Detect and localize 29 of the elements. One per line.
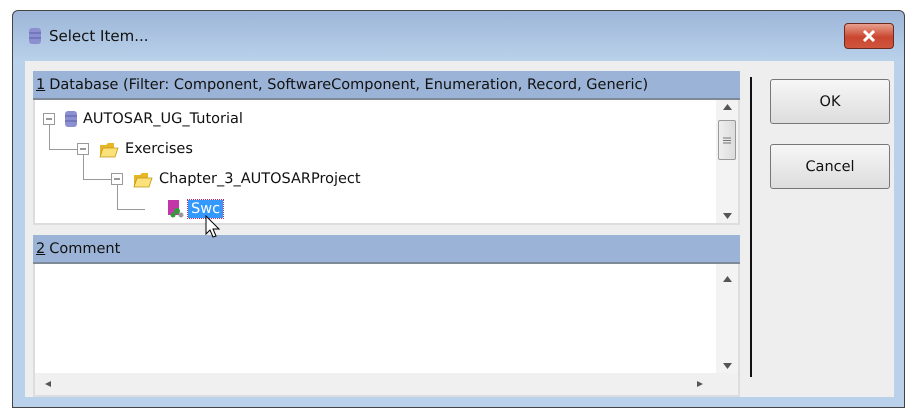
folder-icon <box>133 170 153 188</box>
tree-item[interactable]: Exercises <box>122 140 196 158</box>
collapse-toggle[interactable] <box>77 143 89 155</box>
database-icon <box>29 28 41 44</box>
vertical-scrollbar[interactable] <box>716 100 738 223</box>
tree-item[interactable]: AUTOSAR_UG_Tutorial <box>80 110 246 128</box>
scroll-thumb[interactable] <box>718 120 736 160</box>
collapse-toggle[interactable] <box>111 173 123 185</box>
scroll-up-arrow[interactable] <box>722 104 732 110</box>
close-icon <box>862 30 876 42</box>
collapse-toggle[interactable] <box>43 113 55 125</box>
close-button[interactable] <box>844 23 894 49</box>
vertical-scrollbar[interactable] <box>716 264 738 373</box>
scroll-left-arrow[interactable] <box>45 381 54 387</box>
folder-icon <box>99 140 119 158</box>
tree-line <box>117 185 145 210</box>
window-title: Select Item... <box>49 27 148 45</box>
scroll-down-arrow[interactable] <box>722 363 732 369</box>
scroll-up-arrow[interactable] <box>722 276 732 282</box>
comment-field[interactable] <box>33 264 740 397</box>
database-icon <box>65 111 77 127</box>
dialog-button[interactable]: OK <box>770 79 890 124</box>
tree-item[interactable]: Chapter_3_AUTOSARProject <box>156 170 364 188</box>
horizontal-scrollbar[interactable] <box>35 373 716 395</box>
panel-header: 1 Database (Filter: Component, SoftwareComponent, Enumeration, Record, Generic) <box>33 71 740 100</box>
scroll-down-arrow[interactable] <box>722 213 732 219</box>
dialog-button[interactable]: Cancel <box>770 144 890 189</box>
component-icon <box>167 200 185 218</box>
panel-header: 2 Comment <box>33 235 740 264</box>
